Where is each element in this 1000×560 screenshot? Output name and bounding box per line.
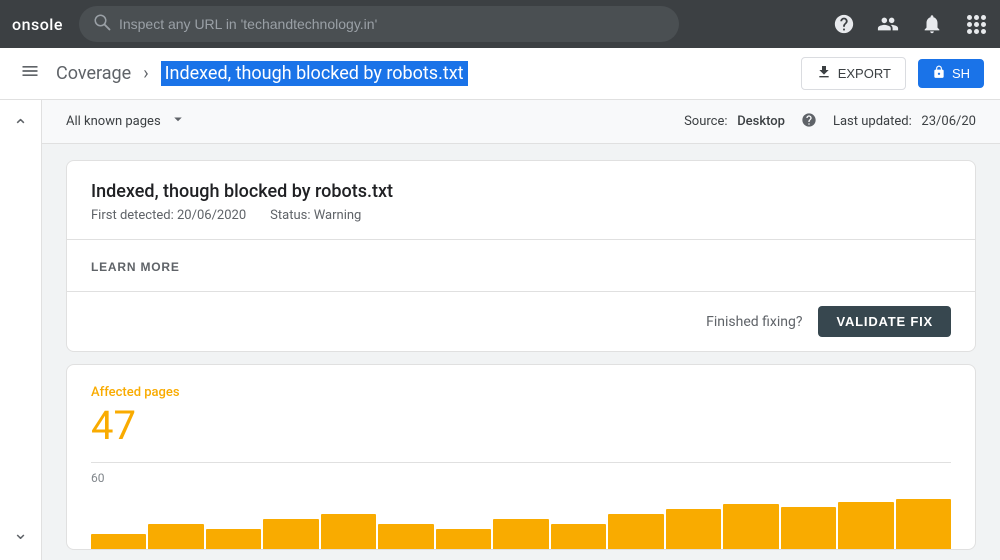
chart-bar	[838, 502, 893, 550]
chart-bar	[781, 507, 836, 550]
card-meta: First detected: 20/06/2020 Status: Warni…	[91, 208, 951, 223]
card-title: Indexed, though blocked by robots.txt	[91, 181, 951, 202]
chart-y-label: 60	[91, 471, 951, 485]
chart-bar	[206, 529, 261, 549]
chart-bar	[378, 524, 433, 549]
download-icon	[816, 64, 832, 83]
chart-bar	[436, 529, 491, 549]
sidebar-collapse-bottom[interactable]: ⌄	[5, 515, 36, 552]
help-icon[interactable]	[832, 12, 856, 36]
lock-icon	[932, 65, 946, 82]
learn-more-button[interactable]: LEARN MORE	[91, 260, 180, 274]
breadcrumb-bar: Coverage › Indexed, though blocked by ro…	[0, 48, 1000, 100]
top-navigation: onsole	[0, 0, 1000, 48]
chart-bar	[666, 509, 721, 549]
menu-icon[interactable]	[16, 57, 44, 91]
search-input[interactable]	[119, 16, 665, 32]
source-prefix: Source:	[684, 114, 727, 129]
export-button[interactable]: EXPORT	[801, 57, 906, 90]
filter-bar: All known pages Source: Desktop	[42, 100, 1000, 144]
finished-fixing-label: Finished fixing?	[706, 314, 802, 330]
status: Status: Warning	[270, 208, 361, 223]
search-icon	[93, 13, 111, 36]
last-updated-value: 23/06/20	[921, 114, 976, 129]
chart-bar	[896, 499, 951, 549]
breadcrumb-separator: ›	[143, 63, 148, 84]
chart-bar	[551, 524, 606, 549]
chart-bars	[91, 489, 951, 549]
dropdown-arrow-icon	[169, 110, 187, 133]
issue-card: Indexed, though blocked by robots.txt Fi…	[66, 160, 976, 352]
share-label: SH	[952, 66, 970, 81]
chart-bar	[91, 534, 146, 549]
breadcrumb-parent[interactable]: Coverage	[56, 63, 131, 84]
sidebar: ⌃ ⌄	[0, 100, 42, 560]
chart-bar	[321, 514, 376, 549]
search-bar[interactable]	[79, 6, 679, 42]
first-detected: First detected: 20/06/2020	[91, 208, 246, 223]
share-button[interactable]: SH	[918, 59, 984, 88]
affected-pages-label: Affected pages	[91, 385, 951, 400]
filter-dropdown[interactable]	[169, 110, 187, 133]
chart-bar	[723, 504, 778, 549]
sidebar-collapse-top[interactable]: ⌃	[5, 108, 36, 145]
source-value: Desktop	[737, 114, 785, 129]
card-top: Indexed, though blocked by robots.txt Fi…	[67, 161, 975, 240]
chart-bar	[263, 519, 318, 549]
content-area: All known pages Source: Desktop	[42, 100, 1000, 560]
filter-label: All known pages	[66, 114, 161, 129]
apps-grid-icon[interactable]	[964, 12, 988, 36]
card-learn: LEARN MORE	[67, 240, 975, 292]
affected-card: Affected pages 47 60	[66, 364, 976, 550]
chart-bar	[148, 524, 203, 549]
breadcrumb-actions: EXPORT SH	[801, 57, 984, 90]
app-logo: onsole	[12, 15, 63, 34]
notifications-icon[interactable]	[920, 12, 944, 36]
breadcrumb-current: Indexed, though blocked by robots.txt	[161, 61, 468, 86]
topbar-icons	[832, 12, 988, 36]
source-label: Source: Desktop	[684, 114, 785, 129]
cards-area: Indexed, though blocked by robots.txt Fi…	[42, 144, 1000, 560]
validate-fix-button[interactable]: VALIDATE FIX	[818, 306, 951, 337]
source-help-icon[interactable]	[801, 112, 817, 132]
filter-right: Source: Desktop Last updated: 23/06/20	[684, 112, 976, 132]
card-actions: Finished fixing? VALIDATE FIX	[67, 292, 975, 351]
affected-pages-count: 47	[91, 406, 951, 446]
main-layout: ⌃ ⌄ All known pages Source: Desktop	[0, 100, 1000, 560]
chart-area: 60	[91, 462, 951, 549]
chart-bar	[608, 514, 663, 549]
accounts-icon[interactable]	[876, 12, 900, 36]
export-label: EXPORT	[838, 66, 891, 81]
last-updated-prefix: Last updated:	[833, 114, 912, 129]
chart-bar	[493, 519, 548, 549]
last-updated: Last updated: 23/06/20	[833, 114, 976, 129]
